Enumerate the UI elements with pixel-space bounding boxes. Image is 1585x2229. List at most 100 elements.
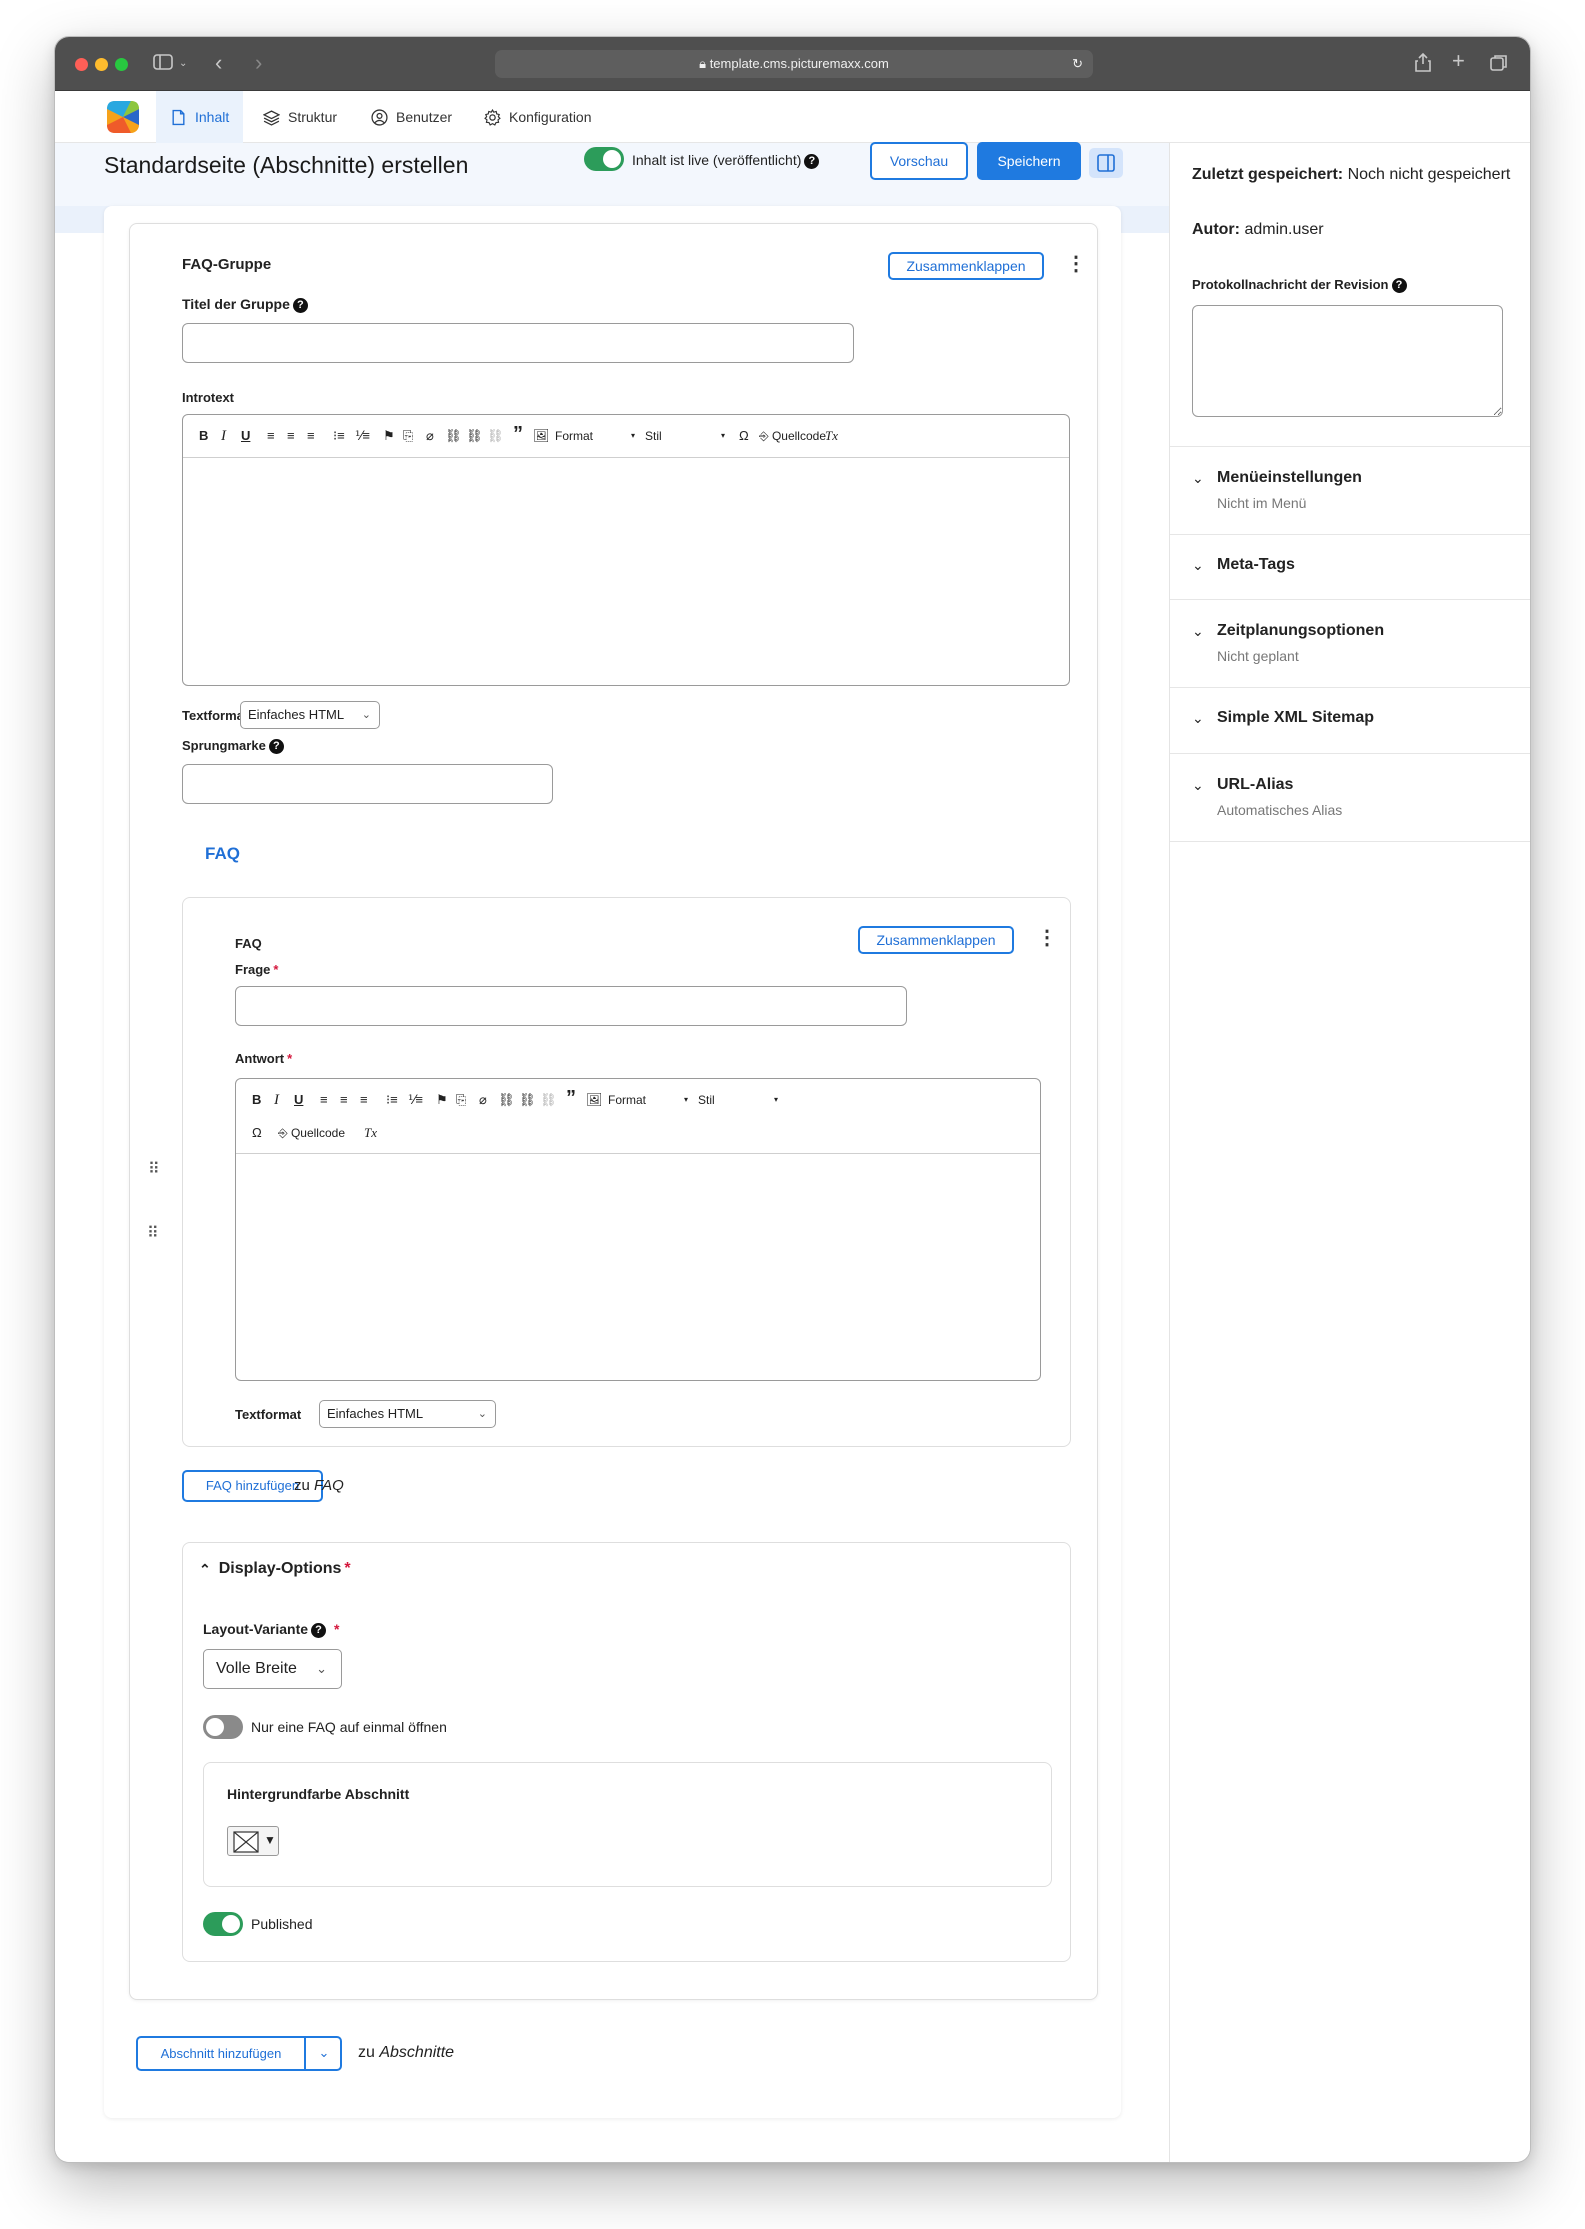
layout-label-text: Layout-Variante <box>203 1621 309 1637</box>
help-icon[interactable]: ? <box>268 739 284 754</box>
italic-button[interactable]: I <box>274 1091 279 1109</box>
clear-format-button[interactable]: Tx <box>825 427 838 445</box>
chevron-down-icon[interactable]: ⌄ <box>179 54 187 74</box>
color-picker[interactable]: ▼ <box>227 1826 279 1856</box>
answer-editor[interactable]: B I U ≡ ≡ ≡ ⁝≡ ⅟≡ ⚑ ⎘ ⌀ ⛓ ⛓ ⛓ ” 🖼︎ Forma… <box>235 1078 1041 1381</box>
blockquote-icon[interactable]: ” <box>513 424 523 444</box>
align-left-icon[interactable]: ≡ <box>267 427 275 445</box>
answer-textformat-select[interactable]: Einfaches HTML ⌄ <box>319 1400 496 1428</box>
clear-format-button[interactable]: Tx <box>364 1124 377 1142</box>
question-label-text: Frage <box>235 962 271 977</box>
document-icon[interactable]: ⎘ <box>403 427 413 445</box>
sidebar-toggle-icon[interactable] <box>153 54 173 75</box>
anchor-input[interactable] <box>182 764 553 804</box>
bullet-list-icon[interactable]: ⁝≡ <box>386 1091 398 1109</box>
blockquote-icon[interactable]: ” <box>566 1088 576 1108</box>
underline-button[interactable]: U <box>294 1091 303 1109</box>
document-icon <box>172 109 185 125</box>
introtext-editor[interactable]: B I U ≡ ≡ ≡ ⁝≡ ⅟≡ ⚑ ⎘ ⌀ ⛓ ⛓ ⛓ ” 🖼︎ Forma… <box>182 414 1070 686</box>
zoom-window-button[interactable] <box>115 58 128 71</box>
source-button[interactable]: ⎆ Quellcode <box>278 1124 345 1142</box>
align-center-icon[interactable]: ≡ <box>340 1091 348 1109</box>
bold-button[interactable]: B <box>199 427 208 445</box>
underline-button[interactable]: U <box>241 427 250 445</box>
source-button[interactable]: ⎆ Quellcode <box>759 427 826 445</box>
group-title-input[interactable] <box>182 323 854 363</box>
drag-handle-icon[interactable]: ⠿ <box>147 1226 159 1242</box>
format-select[interactable]: Format ▾ <box>608 1091 688 1109</box>
link-icon[interactable]: ⛓ <box>445 427 462 445</box>
attachment-icon[interactable]: ⌀ <box>479 1091 487 1109</box>
more-options-icon[interactable]: ⋮ <box>1066 254 1086 274</box>
bullet-list-icon[interactable]: ⁝≡ <box>333 427 345 445</box>
back-icon[interactable]: ‹ <box>215 52 222 74</box>
link-icon[interactable]: ⛓ <box>498 1091 515 1109</box>
image-icon[interactable]: 🖼︎ <box>586 1091 603 1109</box>
italic-button[interactable]: I <box>221 427 226 445</box>
align-right-icon[interactable]: ≡ <box>307 427 315 445</box>
style-select[interactable]: Stil ▾ <box>645 427 725 445</box>
layout-select[interactable]: Volle Breite ⌄ <box>203 1649 342 1689</box>
new-tab-icon[interactable]: + <box>1452 50 1465 72</box>
live-label: Inhalt ist live (veröffentlicht) <box>632 152 802 168</box>
attachment-icon[interactable]: ⌀ <box>426 427 434 445</box>
unlink-icon[interactable]: ⛓ <box>540 1091 557 1109</box>
sidebar-meta-tags[interactable]: ⌄ Meta-Tags <box>1170 535 1530 600</box>
share-icon[interactable] <box>1415 52 1431 77</box>
save-button[interactable]: Speichern <box>977 142 1081 180</box>
align-left-icon[interactable]: ≡ <box>320 1091 328 1109</box>
published-toggle[interactable] <box>203 1912 243 1936</box>
required-marker: * <box>334 1621 340 1637</box>
help-icon[interactable]: ? <box>292 298 308 313</box>
nav-content[interactable]: Inhalt <box>156 91 244 143</box>
live-toggle[interactable] <box>584 147 624 171</box>
question-input[interactable] <box>235 986 907 1026</box>
collapse-faq-button[interactable]: Zusammenklappen <box>858 926 1014 954</box>
toggle-sidebar-button[interactable] <box>1089 148 1123 178</box>
special-char-button[interactable]: Ω <box>739 427 749 445</box>
sidebar-scheduling[interactable]: ⌄ Zeitplanungsoptionen Nicht geplant <box>1170 600 1530 688</box>
flag-icon[interactable]: ⚑ <box>436 1091 448 1109</box>
single-faq-toggle[interactable] <box>203 1715 243 1739</box>
source-icon: ⎆ <box>759 429 769 443</box>
link-alt-icon[interactable]: ⛓ <box>519 1091 536 1109</box>
forward-icon[interactable]: › <box>255 52 262 74</box>
address-bar[interactable]: 🔒︎ template.cms.picturemaxx.com ↻ <box>495 50 1093 78</box>
align-right-icon[interactable]: ≡ <box>360 1091 368 1109</box>
collapse-group-button[interactable]: Zusammenklappen <box>888 252 1044 280</box>
unlink-icon[interactable]: ⛓ <box>487 427 504 445</box>
close-window-button[interactable] <box>75 58 88 71</box>
flag-icon[interactable]: ⚑ <box>383 427 395 445</box>
numbered-list-icon[interactable]: ⅟≡ <box>355 427 370 445</box>
nav-structure[interactable]: Struktur <box>249 91 351 143</box>
add-section-button[interactable]: Abschnitt hinzufügen <box>138 2038 306 2069</box>
minimize-window-button[interactable] <box>95 58 108 71</box>
help-icon[interactable]: ? <box>804 154 820 169</box>
style-select[interactable]: Stil ▾ <box>698 1091 778 1109</box>
sidebar-menu-settings[interactable]: ⌄ Menüeinstellungen Nicht im Menü <box>1170 447 1530 535</box>
special-char-button[interactable]: Ω <box>252 1124 262 1142</box>
help-icon[interactable]: ? <box>311 1623 327 1638</box>
faq-group-card: FAQ-Gruppe Zusammenklappen ⋮ Titel der G… <box>129 223 1098 2000</box>
drag-handle-icon[interactable]: ⠿ <box>148 1162 160 1178</box>
bold-button[interactable]: B <box>252 1091 261 1109</box>
reload-icon[interactable]: ↻ <box>1072 50 1083 78</box>
numbered-list-icon[interactable]: ⅟≡ <box>408 1091 423 1109</box>
link-alt-icon[interactable]: ⛓ <box>466 427 483 445</box>
image-icon[interactable]: 🖼︎ <box>533 427 550 445</box>
format-select[interactable]: Format ▾ <box>555 427 635 445</box>
nav-configuration[interactable]: Konfiguration <box>470 91 606 143</box>
tab-overview-icon[interactable] <box>1490 54 1508 77</box>
textformat-select[interactable]: Einfaches HTML ⌄ <box>240 701 380 729</box>
source-label: Quellcode <box>771 429 826 443</box>
display-options-toggle[interactable]: ⌄ Display-Options * <box>199 1560 351 1578</box>
nav-users[interactable]: Benutzer <box>357 91 466 143</box>
sidebar-xml-sitemap[interactable]: ⌄ Simple XML Sitemap <box>1170 688 1530 754</box>
logo-icon[interactable] <box>105 99 141 140</box>
preview-button[interactable]: Vorschau <box>870 142 968 180</box>
chevron-down-icon[interactable]: ⌄ <box>308 2038 340 2069</box>
align-center-icon[interactable]: ≡ <box>287 427 295 445</box>
document-icon[interactable]: ⎘ <box>456 1091 466 1109</box>
more-options-icon[interactable]: ⋮ <box>1037 928 1057 948</box>
sidebar-url-alias[interactable]: ⌄ URL-Alias Automatisches Alias <box>1170 754 1530 842</box>
